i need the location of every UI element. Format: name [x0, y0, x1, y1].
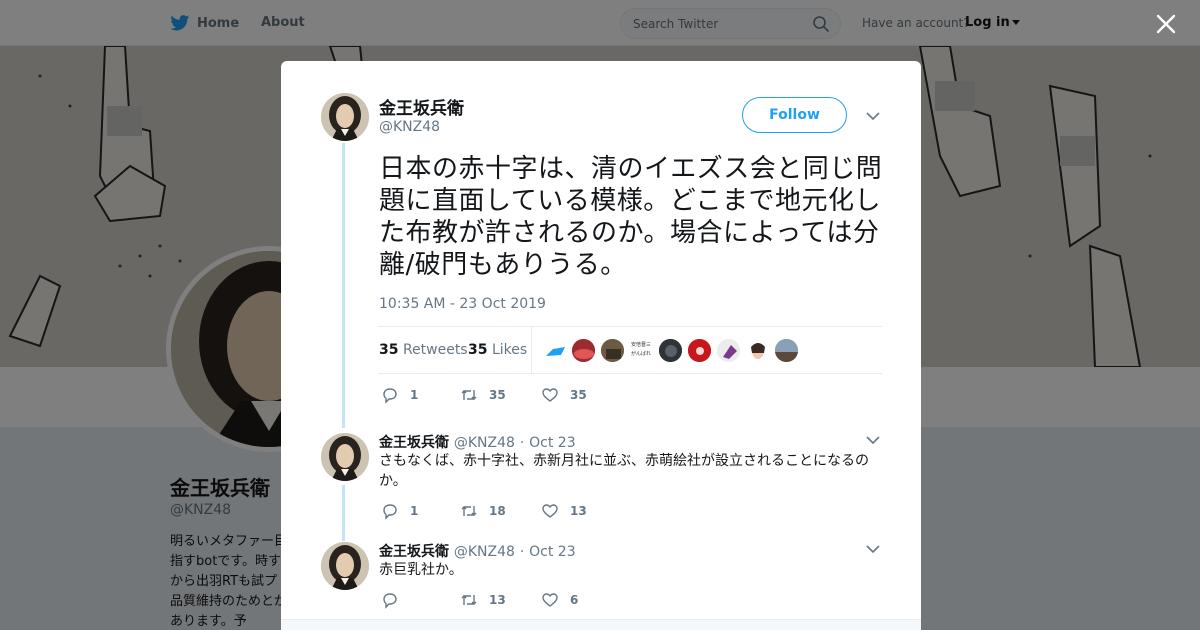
tweet-timestamp[interactable]: 10:35 AM - 23 Oct 2019 [379, 296, 546, 312]
reply-text: さもなくば、赤十字社、赤新月社に並ぶ、赤萌絵社が設立されることになるのか。 [379, 453, 869, 489]
liker-avatar[interactable] [687, 338, 712, 363]
tweet-stats: 35 Retweets 35 Likes 安倍晋三がんばれ [378, 326, 882, 374]
like-action[interactable]: 35 [541, 386, 587, 404]
reply-author-handle: @KNZ48 [453, 435, 515, 451]
reply-header[interactable]: 金王坂兵衛 @KNZ48 · Oct 23 [379, 432, 576, 452]
like-stat[interactable]: 35 Likes [468, 342, 527, 358]
retweet-stat[interactable]: 35 Retweets [379, 342, 468, 358]
liker-avatar-text: 安倍晋三 がんばれ [627, 338, 655, 359]
like-action[interactable]: 13 [541, 502, 587, 520]
reply-action[interactable]: 1 [381, 386, 418, 404]
reply-header[interactable]: 金王坂兵衛 @KNZ48 · Oct 23 [379, 541, 576, 561]
author-name[interactable]: 金王坂兵衛 [379, 94, 464, 119]
like-count: 35 [570, 388, 587, 402]
stats-divider [531, 327, 532, 373]
liker-avatar-image [746, 339, 769, 362]
retweet-stat-label: Retweets [402, 342, 468, 358]
liker-avatar-image [717, 339, 740, 362]
reply-author-name: 金王坂兵衛 [379, 435, 449, 451]
liker-avatar[interactable] [571, 338, 596, 363]
like-stat-label: Likes [491, 342, 528, 358]
liker-avatar-line1: 安倍晋三 [630, 342, 651, 348]
chevron-down-icon[interactable] [866, 435, 880, 445]
retweet-action[interactable]: 18 [460, 502, 506, 520]
avatar[interactable] [321, 93, 369, 141]
liker-avatar[interactable] [716, 338, 741, 363]
liker-avatar-line2: がんばれ [630, 351, 651, 357]
thread-connector [342, 485, 345, 541]
avatar[interactable] [321, 542, 369, 590]
liker-avatar-image [659, 339, 682, 362]
like-count: 6 [570, 593, 579, 607]
avatar-portrait [321, 93, 369, 141]
retweet-count: 35 [379, 342, 399, 358]
heart-icon [542, 593, 558, 607]
avatar-portrait [321, 433, 369, 481]
reply-author-name: 金王坂兵衛 [379, 544, 449, 560]
avatar[interactable] [321, 433, 369, 481]
reply-action[interactable]: 1 [381, 502, 418, 520]
heart-icon [542, 504, 558, 518]
liker-avatar[interactable] [745, 338, 770, 363]
thread-connector [342, 143, 345, 428]
liker-avatar-image [688, 339, 711, 362]
liker-avatar-image [775, 339, 798, 362]
meta-separator: · [519, 435, 525, 451]
avatar-portrait [321, 542, 369, 590]
retweet-count: 13 [489, 593, 506, 607]
like-count: 35 [468, 342, 488, 358]
liker-avatar[interactable] [542, 338, 567, 363]
reply-count: 1 [410, 504, 419, 518]
meta-separator: · [519, 544, 525, 560]
follow-button[interactable]: Follow [742, 97, 847, 133]
heart-icon [542, 388, 558, 402]
tweet-modal: 金王坂兵衛 @KNZ48 Follow 日本の赤十字は、清のイエズス会と同じ問題… [281, 61, 921, 630]
retweet-action[interactable]: 35 [460, 386, 506, 404]
modal-footer [281, 619, 921, 630]
reply-date[interactable]: Oct 23 [529, 435, 575, 451]
reply-icon [383, 504, 397, 520]
retweet-icon [461, 506, 477, 516]
retweet-icon [461, 390, 477, 400]
reply-author-handle: @KNZ48 [453, 544, 515, 560]
liker-avatar[interactable] [600, 338, 625, 363]
retweet-action[interactable]: 13 [460, 591, 506, 609]
retweet-count: 35 [489, 388, 506, 402]
reply-icon [383, 388, 397, 404]
author-handle[interactable]: @KNZ48 [379, 119, 440, 135]
reply-count: 1 [410, 388, 419, 402]
tweet-text: 日本の赤十字は、清のイエズス会と同じ問題に直面している模様。どこまで地元化した布… [379, 154, 883, 280]
like-count: 13 [570, 504, 587, 518]
reply-date[interactable]: Oct 23 [529, 544, 575, 560]
liker-avatar-image [601, 339, 624, 362]
liker-avatar[interactable]: 安倍晋三 がんばれ [627, 338, 655, 363]
reply-icon [383, 593, 397, 609]
retweet-icon [461, 595, 477, 605]
liker-avatar-image [543, 339, 566, 362]
liker-avatar[interactable] [774, 338, 799, 363]
reply-text: 赤巨乳社か。 [379, 562, 463, 578]
chevron-down-icon[interactable] [866, 111, 880, 121]
like-action[interactable]: 6 [541, 591, 578, 609]
retweet-count: 18 [489, 504, 506, 518]
chevron-down-icon[interactable] [866, 544, 880, 554]
liker-avatar-image [572, 339, 595, 362]
close-icon[interactable] [1155, 13, 1177, 35]
reply-action[interactable] [381, 591, 410, 609]
liker-avatar[interactable] [658, 338, 683, 363]
